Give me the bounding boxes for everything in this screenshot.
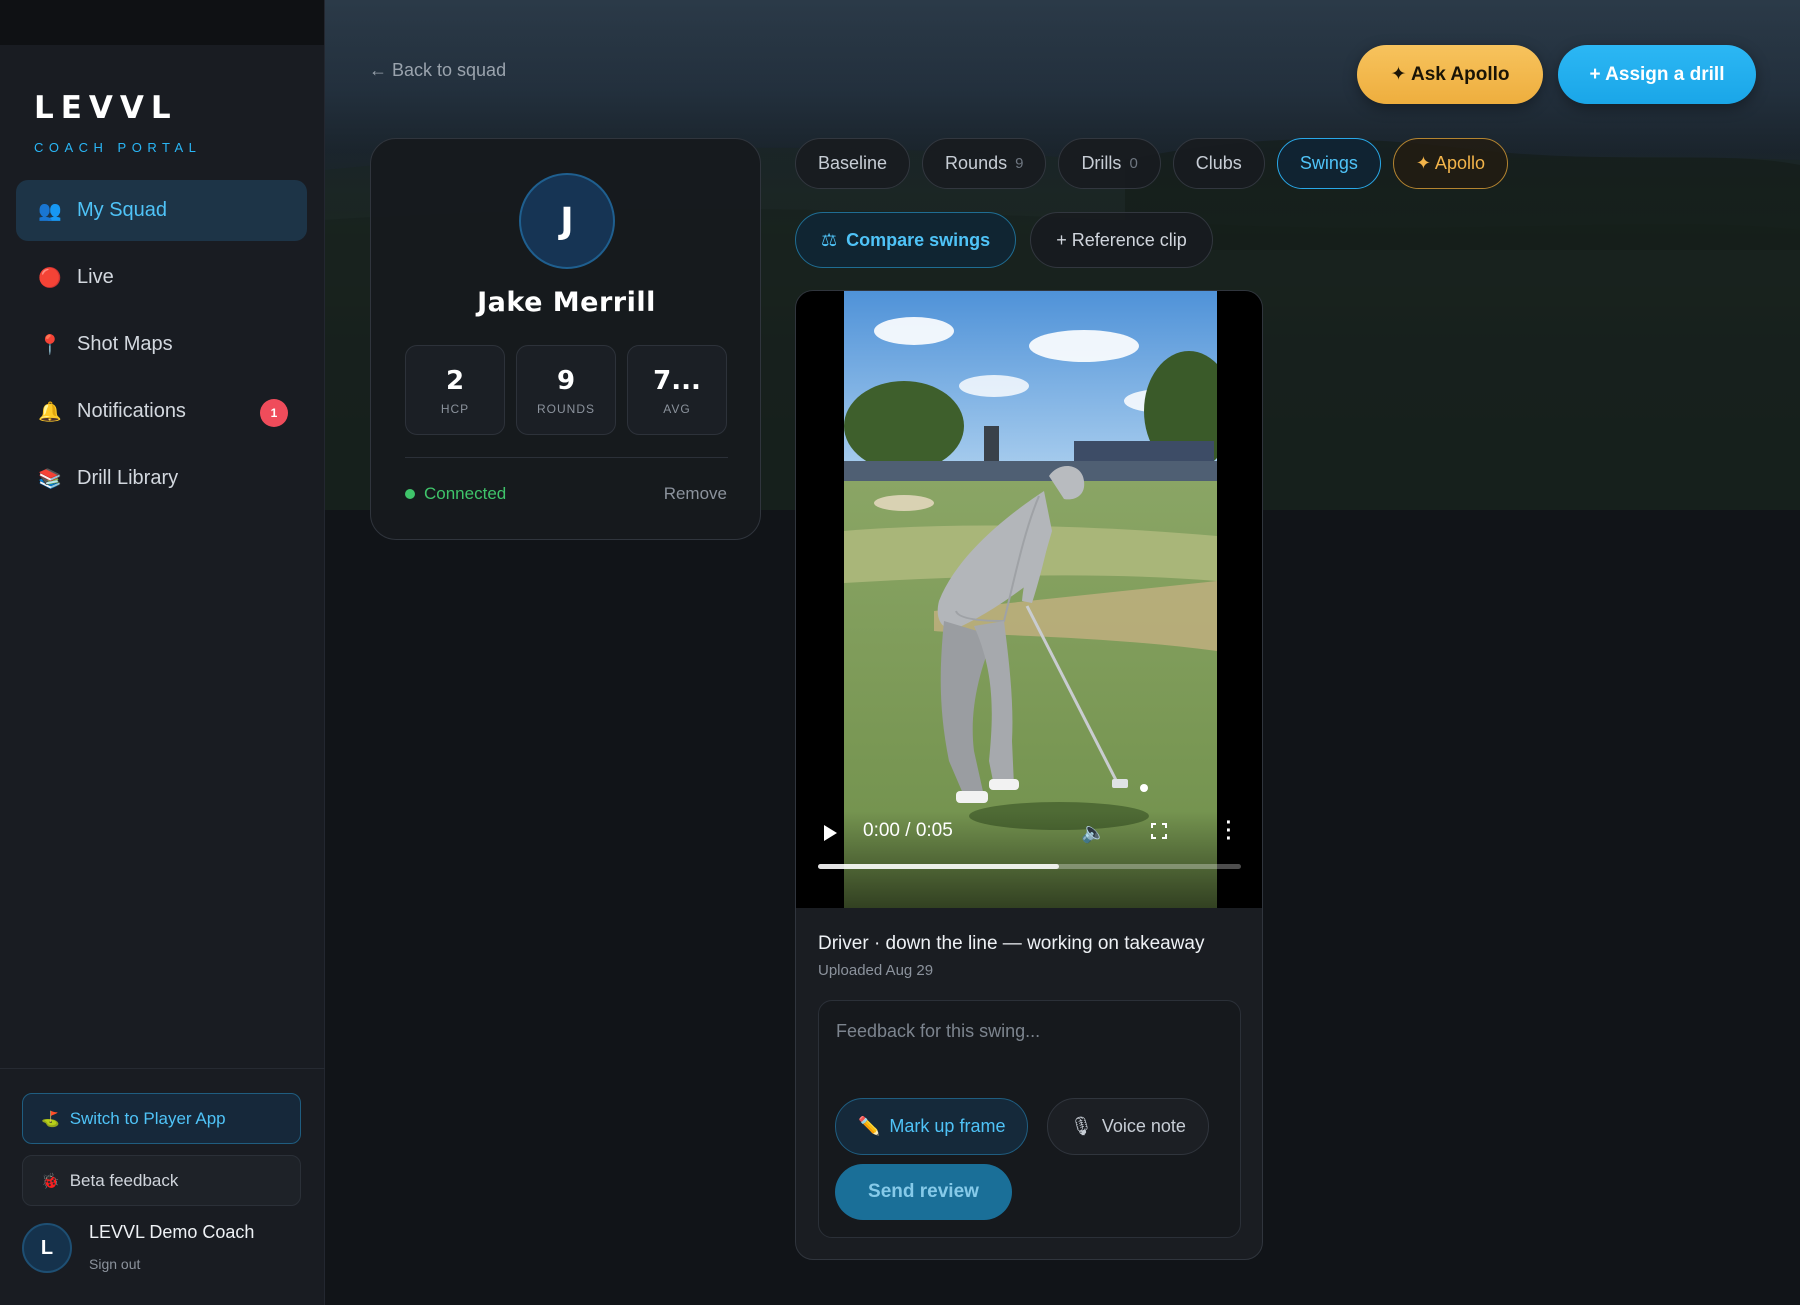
swing-title: Driver · down the line — working on take… <box>818 933 1205 954</box>
beta-feedback-button[interactable]: 🐞 Beta feedback <box>22 1155 301 1206</box>
voice-label: Voice note <box>1101 1116 1186 1136</box>
sidebar-nav: 👥 My Squad 🔴 Live 📍 Shot Maps 🔔 Notifica… <box>16 180 307 515</box>
brand-subtitle: COACH PORTAL <box>34 140 202 155</box>
red-circle-icon: 🔴 <box>38 267 62 289</box>
sidebar-top-bar <box>0 0 324 45</box>
bug-icon: 🐞 <box>41 1172 60 1190</box>
switch-label: Switch to Player App <box>69 1108 226 1128</box>
bell-icon: 🔔 <box>38 401 62 423</box>
tab-clubs[interactable]: Clubs <box>1172 138 1265 189</box>
pencil-icon: ✏️ <box>858 1116 881 1136</box>
stat-rounds: 9 ROUNDS <box>516 345 616 435</box>
stat-label: HCP <box>440 402 470 416</box>
scale-icon: ⚖ <box>821 229 838 250</box>
stat-hcp: 2 HCP <box>405 345 505 435</box>
sign-out-link[interactable]: Sign out <box>89 1256 140 1272</box>
tab-count: 0 <box>1129 155 1138 172</box>
back-to-squad-link[interactable]: ← Back to squad <box>369 60 506 81</box>
reference-clip-button[interactable]: + Reference clip <box>1030 212 1213 268</box>
tab-label: ✦ Apollo <box>1415 153 1485 173</box>
divider <box>405 457 728 458</box>
tab-count: 9 <box>1015 155 1024 172</box>
tab-label: Swings <box>1299 153 1358 173</box>
remove-player-button[interactable]: Remove <box>664 484 727 504</box>
swing-card: 0:00 / 0:05 🔈 · · · Driver · down the line… <box>795 290 1263 1260</box>
brand-logo[interactable]: LEVVL COACH PORTAL <box>34 90 201 155</box>
coach-name: LEVVL Demo Coach <box>89 1222 255 1242</box>
video-controls: 0:00 / 0:05 🔈 · · · <box>796 811 1262 908</box>
stat-avg: 7... AVG <box>627 345 727 435</box>
stat-label: AVG <box>663 402 691 416</box>
sidebar: LEVVL COACH PORTAL 👥 My Squad 🔴 Live 📍 S… <box>0 0 325 1305</box>
notification-badge: 1 <box>260 399 288 427</box>
volume-icon[interactable]: 🔈 <box>1081 820 1106 845</box>
sidebar-item-live[interactable]: 🔴 Live <box>16 247 307 308</box>
sidebar-item-my-squad[interactable]: 👥 My Squad <box>16 180 307 241</box>
voice-note-button[interactable]: 🎙 Voice note <box>1047 1098 1209 1155</box>
player-profile-card: J Jake Merrill 2 HCP 9 ROUNDS 7... AVG C… <box>370 138 761 540</box>
stat-value: 2 <box>445 366 465 396</box>
swing-upload-date: Uploaded Aug 29 <box>818 962 934 979</box>
tab-rounds[interactable]: Rounds 9 <box>922 138 1047 189</box>
player-name: Jake Merrill <box>477 287 656 318</box>
people-icon: 👥 <box>38 200 62 222</box>
tab-label: Clubs <box>1195 153 1242 173</box>
status-label: Connected <box>424 484 507 503</box>
connection-status: Connected <box>405 484 506 504</box>
sidebar-item-label: Shot Maps <box>77 333 173 355</box>
fullscreen-icon[interactable] <box>1151 823 1167 839</box>
golf-flag-icon: ⛳ <box>41 1110 60 1128</box>
sidebar-footer: ⛳ Switch to Player App 🐞 Beta feedback L… <box>0 1068 325 1305</box>
tab-label: Baseline <box>818 153 888 173</box>
tab-apollo[interactable]: ✦ Apollo <box>1392 138 1508 189</box>
video-time: 0:00 / 0:05 <box>863 820 953 841</box>
mark-up-frame-button[interactable]: ✏️ Mark up frame <box>835 1098 1029 1155</box>
tab-label: Drills <box>1081 153 1122 173</box>
stat-value: 9 <box>556 366 576 396</box>
send-review-button[interactable]: Send review <box>835 1164 1012 1220</box>
brand-name: LEVVL <box>34 90 178 126</box>
microphone-icon: 🎙 <box>1070 1116 1093 1136</box>
beta-label: Beta feedback <box>69 1170 179 1190</box>
switch-to-player-app-button[interactable]: ⛳ Switch to Player App <box>22 1093 301 1144</box>
coach-avatar: L <box>22 1223 72 1273</box>
compare-swings-button[interactable]: ⚖ Compare swings <box>795 212 1017 268</box>
feedback-input[interactable]: Feedback for this swing... <box>836 1021 1040 1042</box>
books-icon: 📚 <box>38 468 62 490</box>
markup-label: Mark up frame <box>889 1116 1006 1136</box>
player-tabs: Baseline Rounds 9 Drills 0 Clubs Swings … <box>795 138 1508 189</box>
sidebar-item-label: Notifications <box>77 400 186 422</box>
play-icon[interactable] <box>824 825 837 841</box>
pin-icon: 📍 <box>38 334 62 356</box>
sidebar-item-label: Live <box>77 266 114 288</box>
compare-label: Compare swings <box>846 229 991 250</box>
more-options-icon[interactable]: · · · <box>1224 813 1234 849</box>
player-avatar: J <box>519 173 615 269</box>
sidebar-item-notifications[interactable]: 🔔 Notifications 1 <box>16 381 307 442</box>
swing-actions: ⚖ Compare swings + Reference clip <box>795 212 1213 268</box>
stat-value: 7... <box>653 366 701 396</box>
tab-baseline[interactable]: Baseline <box>795 138 911 189</box>
video-progress-bar[interactable] <box>818 864 1241 869</box>
stat-label: ROUNDS <box>536 402 595 416</box>
tab-swings[interactable]: Swings <box>1276 138 1381 189</box>
sidebar-item-label: Drill Library <box>77 467 179 489</box>
sidebar-item-label: My Squad <box>77 199 168 221</box>
status-dot-icon <box>405 489 415 499</box>
feedback-box: Feedback for this swing... ✏️ Mark up fr… <box>818 1000 1241 1238</box>
assign-drill-button[interactable]: + Assign a drill <box>1558 45 1756 104</box>
sidebar-item-shot-maps[interactable]: 📍 Shot Maps <box>16 314 307 375</box>
tab-drills[interactable]: Drills 0 <box>1058 138 1161 189</box>
video-player[interactable]: 0:00 / 0:05 🔈 · · · <box>796 291 1262 908</box>
main-content: ← Back to squad ✦ Ask Apollo + Assign a … <box>325 0 1800 1305</box>
video-progress-fill <box>818 864 1060 869</box>
sidebar-item-drill-library[interactable]: 📚 Drill Library <box>16 448 307 509</box>
ask-apollo-button[interactable]: ✦ Ask Apollo <box>1357 45 1543 104</box>
tab-label: Rounds <box>945 153 1008 173</box>
